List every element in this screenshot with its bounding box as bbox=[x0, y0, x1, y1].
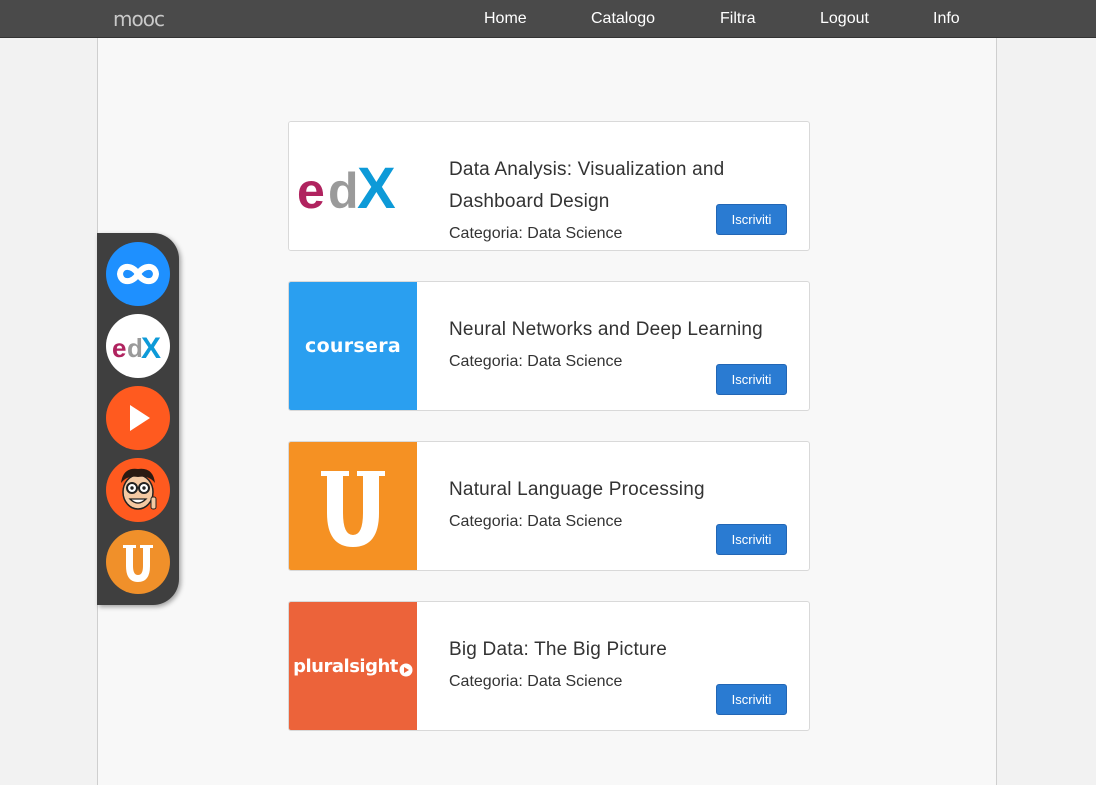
course-card: Natural Language Processing Categoria: D… bbox=[288, 441, 810, 571]
mooc-logo[interactable]: mooc bbox=[113, 8, 165, 30]
top-navbar: mooc Home Catalogo Filtra Logout Info bbox=[0, 0, 1096, 38]
edx-logo: e d X bbox=[289, 122, 417, 250]
svg-text:X: X bbox=[357, 158, 396, 214]
nav-info[interactable]: Info bbox=[933, 0, 960, 38]
enroll-button[interactable]: Iscriviti bbox=[716, 524, 787, 555]
udemy-u-logo bbox=[289, 442, 417, 570]
course-title[interactable]: Neural Networks and Deep Learning bbox=[449, 314, 779, 346]
svg-text:e: e bbox=[112, 333, 126, 362]
svg-text:X: X bbox=[141, 332, 161, 362]
course-category: Categoria: Data Science bbox=[449, 673, 623, 690]
infinity-icon[interactable] bbox=[106, 242, 170, 306]
course-card: coursera Neural Networks and Deep Learni… bbox=[288, 281, 810, 411]
provider-dock: e d X bbox=[97, 233, 179, 605]
course-title[interactable]: Natural Language Processing bbox=[449, 474, 779, 506]
enroll-button[interactable]: Iscriviti bbox=[716, 364, 787, 395]
edx-icon[interactable]: e d X bbox=[106, 314, 170, 378]
course-card: e d X Data Analysis: Visualization and D… bbox=[288, 121, 810, 251]
play-icon[interactable] bbox=[106, 386, 170, 450]
course-category: Categoria: Data Science bbox=[449, 225, 623, 242]
svg-text:d: d bbox=[328, 163, 359, 214]
course-title[interactable]: Big Data: The Big Picture bbox=[449, 634, 779, 666]
pluralsight-logo-text: pluralsight bbox=[293, 655, 398, 677]
enroll-button[interactable]: Iscriviti bbox=[716, 204, 787, 235]
course-category: Categoria: Data Science bbox=[449, 513, 623, 530]
udemy-u-icon[interactable] bbox=[106, 530, 170, 594]
nav-home[interactable]: Home bbox=[484, 0, 527, 38]
coursera-logo-text: coursera bbox=[305, 335, 401, 357]
cartoon-face-icon[interactable] bbox=[106, 458, 170, 522]
nav-catalogo[interactable]: Catalogo bbox=[591, 0, 655, 38]
svg-text:e: e bbox=[297, 163, 325, 214]
nav-filtra[interactable]: Filtra bbox=[720, 0, 756, 38]
play-circle-icon bbox=[399, 663, 413, 677]
enroll-button[interactable]: Iscriviti bbox=[716, 684, 787, 715]
coursera-logo: coursera bbox=[289, 282, 417, 410]
pluralsight-logo: pluralsight bbox=[289, 602, 417, 730]
nav-logout[interactable]: Logout bbox=[820, 0, 869, 38]
course-category: Categoria: Data Science bbox=[449, 353, 623, 370]
course-card: pluralsight Big Data: The Big Picture Ca… bbox=[288, 601, 810, 731]
